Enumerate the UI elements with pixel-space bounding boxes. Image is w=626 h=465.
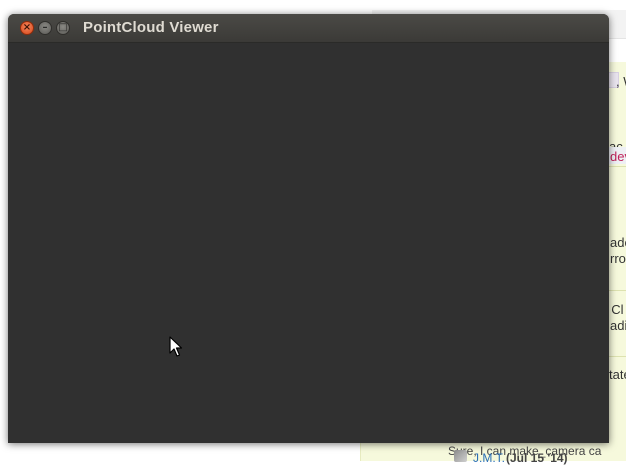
divider — [608, 356, 626, 357]
background-link[interactable]: dev — [610, 149, 626, 164]
pointcloud-viewer-window: × – □ PointCloud Viewer — [8, 14, 609, 443]
close-button[interactable]: × — [20, 21, 34, 35]
divider — [608, 166, 626, 167]
background-text-line: rro — [610, 251, 626, 266]
background-text-line: , W — [616, 74, 626, 89]
comment-author-link[interactable]: J.M.T. — [473, 451, 505, 465]
user-avatar-icon — [454, 450, 467, 462]
window-titlebar[interactable]: × – □ PointCloud Viewer — [8, 14, 609, 43]
background-text-line: adi — [610, 318, 626, 333]
point-cloud-render-canvas[interactable] — [8, 43, 609, 443]
comment-date: (Jul 15 '14) — [506, 451, 568, 465]
mouse-pointer-icon — [169, 336, 183, 357]
minimize-button[interactable]: – — [38, 21, 52, 35]
maximize-button[interactable]: □ — [56, 21, 70, 35]
divider — [608, 290, 626, 291]
window-title: PointCloud Viewer — [83, 19, 219, 36]
background-text-line: ado — [610, 235, 626, 250]
background-text-line: tate — [609, 367, 626, 382]
